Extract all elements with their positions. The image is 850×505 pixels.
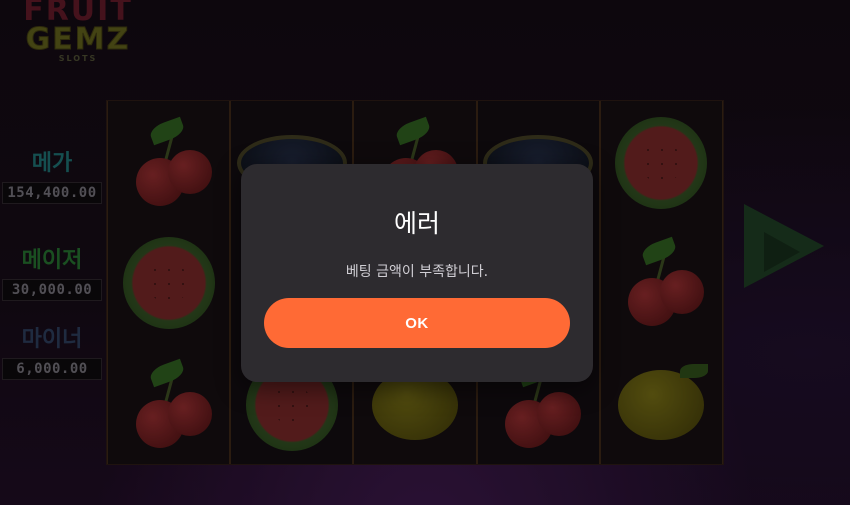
game-background: FRUIT GEMZ SLOTS 메가 154,400.00 메이저 30,00… bbox=[0, 0, 850, 505]
ok-button[interactable]: OK bbox=[264, 298, 570, 348]
dialog-title: 에러 bbox=[393, 209, 440, 238]
error-dialog: 에러 베팅 금액이 부족합니다. OK bbox=[241, 164, 593, 382]
dialog-message: 베팅 금액이 부족합니다. bbox=[345, 264, 489, 280]
